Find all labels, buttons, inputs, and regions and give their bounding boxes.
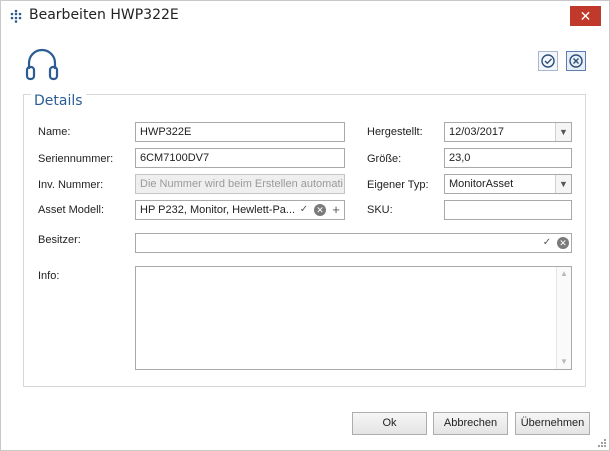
apply-button[interactable]: Übernehmen	[515, 412, 590, 435]
own-type-select[interactable]: MonitorAsset ▼	[444, 174, 572, 194]
cancel-button[interactable]: Abbrechen	[433, 412, 508, 435]
asset-model-combo[interactable]: HP P232, Monitor, Hewlett-Pa... ✓ ✕ +	[135, 200, 345, 220]
discard-button[interactable]	[566, 51, 586, 71]
window-title: Bearbeiten HWP322E	[29, 7, 179, 23]
inv-number-label: Inv. Nummer:	[38, 179, 104, 191]
chevron-down-icon[interactable]: ▼	[555, 175, 571, 193]
sku-input[interactable]	[444, 200, 572, 220]
manufactured-date-input[interactable]: 12/03/2017 ▼	[444, 122, 572, 142]
edit-dialog: Bearbeiten HWP322E ✕ Details Name: HWP32…	[0, 0, 610, 451]
info-label: Info:	[38, 270, 60, 282]
title-bar: Bearbeiten HWP322E ✕	[1, 1, 609, 31]
manufactured-value: 12/03/2017	[449, 126, 505, 138]
x-circle-icon	[569, 54, 583, 68]
asset-model-value: HP P232, Monitor, Hewlett-Pa...	[140, 204, 296, 216]
scroll-up-icon[interactable]: ▲	[557, 267, 571, 281]
inv-number-input: Die Nummer wird beim Erstellen automati.…	[135, 174, 345, 194]
chevron-down-icon[interactable]: ▼	[555, 123, 571, 141]
chevron-down-icon[interactable]: ✓	[539, 234, 555, 252]
headset-icon	[25, 48, 59, 81]
own-type-value: MonitorAsset	[449, 178, 514, 190]
chevron-down-icon[interactable]: ✓	[296, 201, 312, 219]
info-textarea[interactable]: ▲ ▼	[135, 266, 572, 370]
name-label: Name:	[38, 126, 71, 138]
close-button[interactable]: ✕	[570, 6, 601, 26]
add-icon[interactable]: +	[328, 201, 344, 219]
own-type-label: Eigener Typ:	[367, 179, 429, 191]
check-circle-icon	[541, 54, 555, 68]
close-icon: ✕	[579, 8, 592, 24]
serial-input[interactable]: 6CM7100DV7	[135, 148, 345, 168]
owner-combo[interactable]: ✓ ✕	[135, 233, 572, 253]
size-input[interactable]: 23,0	[444, 148, 572, 168]
manufactured-label: Hergestellt:	[367, 126, 423, 138]
grid-dots-icon	[10, 9, 22, 23]
ok-button[interactable]: Ok	[352, 412, 427, 435]
size-label: Größe:	[367, 153, 402, 165]
sku-label: SKU:	[367, 204, 393, 216]
scroll-down-icon[interactable]: ▼	[557, 355, 571, 369]
asset-model-label: Asset Modell:	[38, 204, 105, 216]
resize-grip-icon[interactable]	[597, 438, 607, 448]
details-legend: Details	[31, 93, 86, 109]
owner-label: Besitzer:	[38, 234, 81, 246]
clear-icon[interactable]: ✕	[555, 234, 571, 252]
clear-icon[interactable]: ✕	[312, 201, 328, 219]
info-scrollbar[interactable]: ▲ ▼	[556, 267, 571, 369]
name-input[interactable]: HWP322E	[135, 122, 345, 142]
save-button[interactable]	[538, 51, 558, 71]
serial-label: Seriennummer:	[38, 153, 114, 165]
